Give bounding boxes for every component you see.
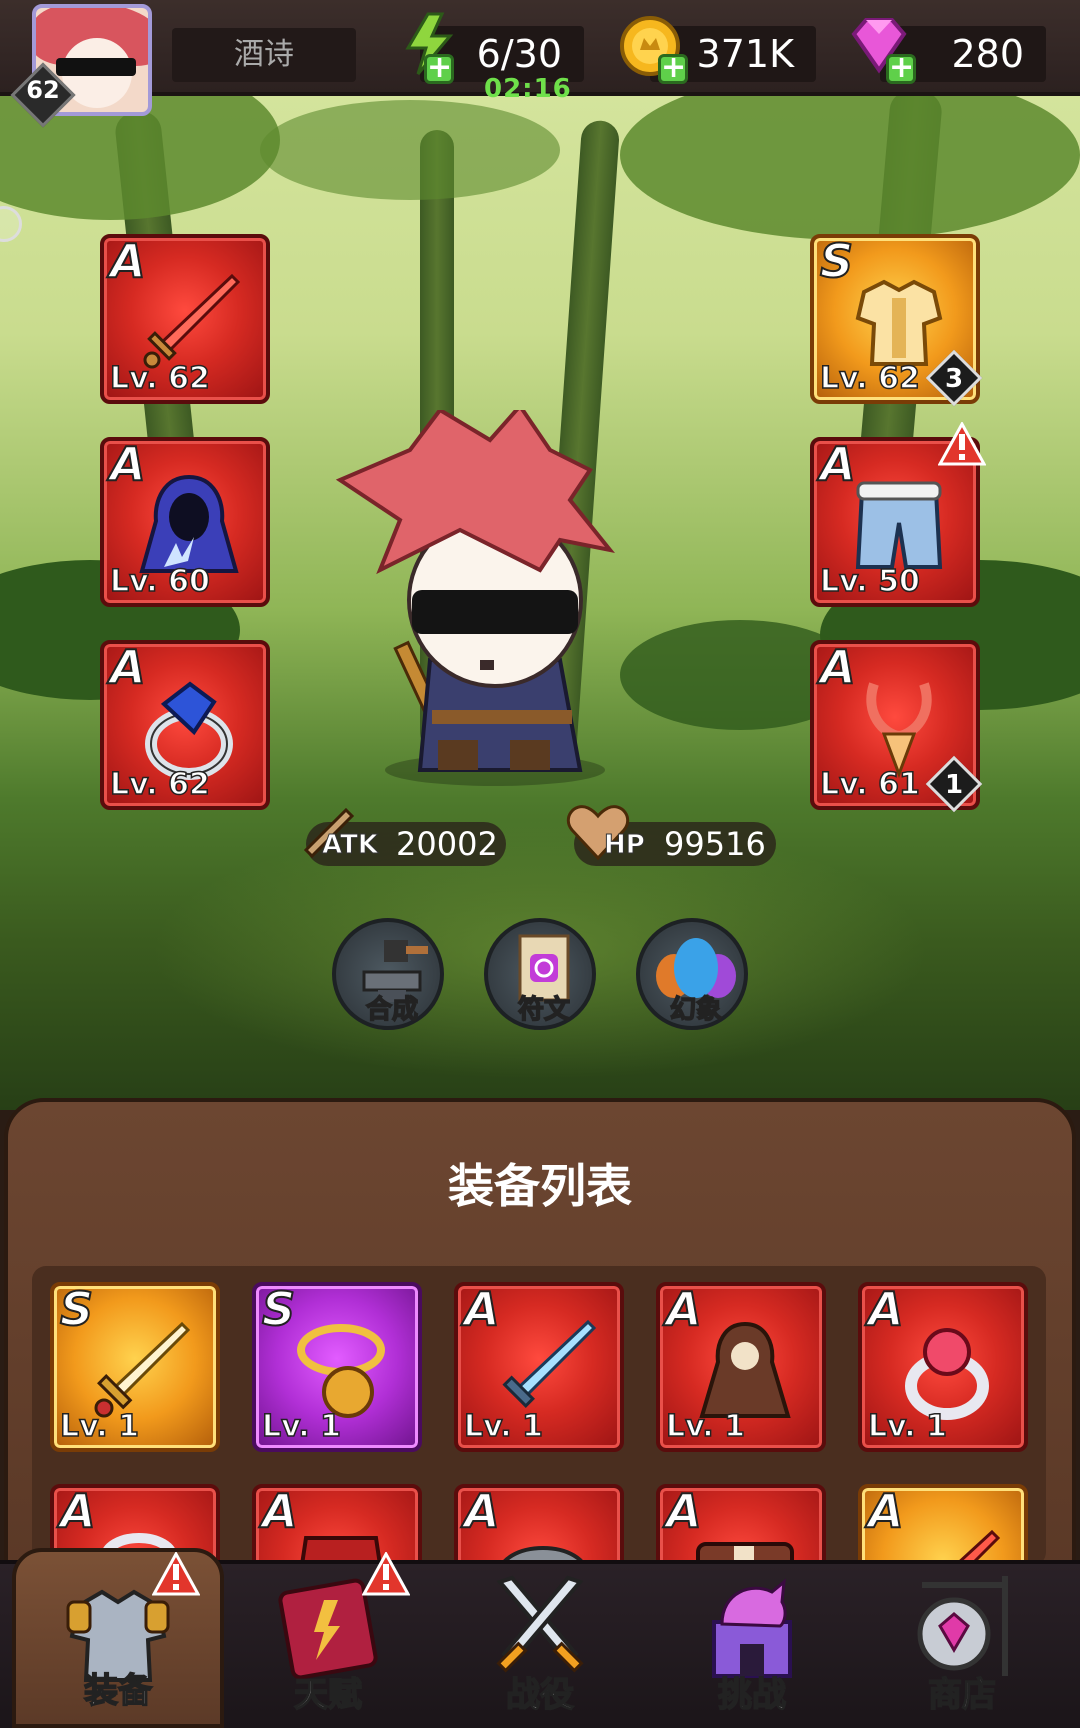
star-count: 1 [944,770,964,800]
item-grade: A [463,1281,501,1337]
nav-tab-shop[interactable]: 商店 [856,1548,1068,1728]
merge-button[interactable]: 合成 [332,918,444,1030]
crossed-swords-icon [496,1575,584,1673]
nav-label: 商店 [927,1674,997,1716]
nav-label: 战役 [505,1674,575,1716]
player-name: 酒诗 [172,28,356,82]
add-gold-button[interactable]: + [658,53,688,84]
item-level: Lv. 60 [109,563,210,600]
item-grade: A [819,436,857,492]
rune-label: 符文 [517,994,571,1026]
energy-timer: 02:16 [484,74,572,104]
equip-slot-necklace[interactable]: A Lv. 61 1 [810,639,983,813]
alert-icon [938,422,986,466]
alert-icon [362,1552,410,1596]
nav-tab-challenge[interactable]: 挑战 [646,1548,858,1728]
merge-label: 合成 [365,994,419,1026]
item-grade: S [261,1281,296,1337]
nav-label: 装备 [83,1670,153,1712]
item-grade: S [59,1281,94,1337]
item-level: Lv. 62 [109,766,210,803]
item-grade: A [665,1281,703,1337]
dragon-castle-icon [712,1578,792,1678]
item-grade: A [867,1483,905,1539]
item-grade: S [819,233,854,289]
item-level: Lv. 1 [59,1408,139,1445]
inventory-item[interactable]: A Lv. 1 [858,1281,1028,1452]
nav-label: 天赋 [293,1674,363,1716]
star-count: 3 [944,364,964,394]
item-level: Lv. 1 [665,1408,745,1445]
add-gem-button[interactable]: + [886,53,916,84]
item-level: Lv. 62 [819,360,920,397]
add-energy-button[interactable]: + [424,53,454,84]
nav-tab-campaign[interactable]: 战役 [434,1548,646,1728]
item-level: Lv. 1 [463,1408,543,1445]
item-grade: A [819,639,857,695]
hero-character[interactable] [320,410,660,790]
item-grade: A [867,1281,905,1337]
blindfold-shape [56,58,136,76]
item-grade: A [109,436,147,492]
rune-button[interactable]: 符文 [484,918,596,1030]
item-grade: A [109,639,147,695]
alert-icon [152,1552,200,1596]
hp-label: HP [604,830,646,861]
nav-label: 挑战 [717,1674,787,1716]
item-level: Lv. 61 [819,766,920,803]
inventory-item[interactable]: A Lv. 1 [656,1281,826,1452]
equip-slot-cloak[interactable]: A Lv. 60 [100,436,270,607]
item-grade: A [463,1483,501,1539]
equip-slot-armor[interactable]: S Lv. 62 3 [810,233,983,407]
equip-slot-weapon[interactable]: A Lv. 62 [100,233,270,404]
item-level: Lv. 50 [819,563,920,600]
illusion-button[interactable]: 幻象 [636,918,748,1030]
atk-label: ATK [322,830,379,861]
item-level: Lv. 1 [261,1408,341,1445]
item-grade: A [59,1483,97,1539]
player-level: 62 [26,76,60,104]
item-level: Lv. 62 [109,360,210,397]
inventory-item[interactable]: A Lv. 1 [454,1281,624,1452]
shop-sign-icon [917,1576,1008,1676]
item-grade: A [665,1483,703,1539]
equip-slot-ring[interactable]: A Lv. 62 [100,639,270,810]
inventory-item[interactable]: S Lv. 1 [252,1281,422,1452]
inventory-item[interactable]: S Lv. 1 [50,1281,220,1452]
item-grade: A [261,1483,299,1539]
illusion-label: 幻象 [669,994,723,1026]
item-grade: A [109,233,147,289]
item-level: Lv. 1 [867,1408,947,1445]
panel-title: 装备列表 [448,1159,632,1213]
